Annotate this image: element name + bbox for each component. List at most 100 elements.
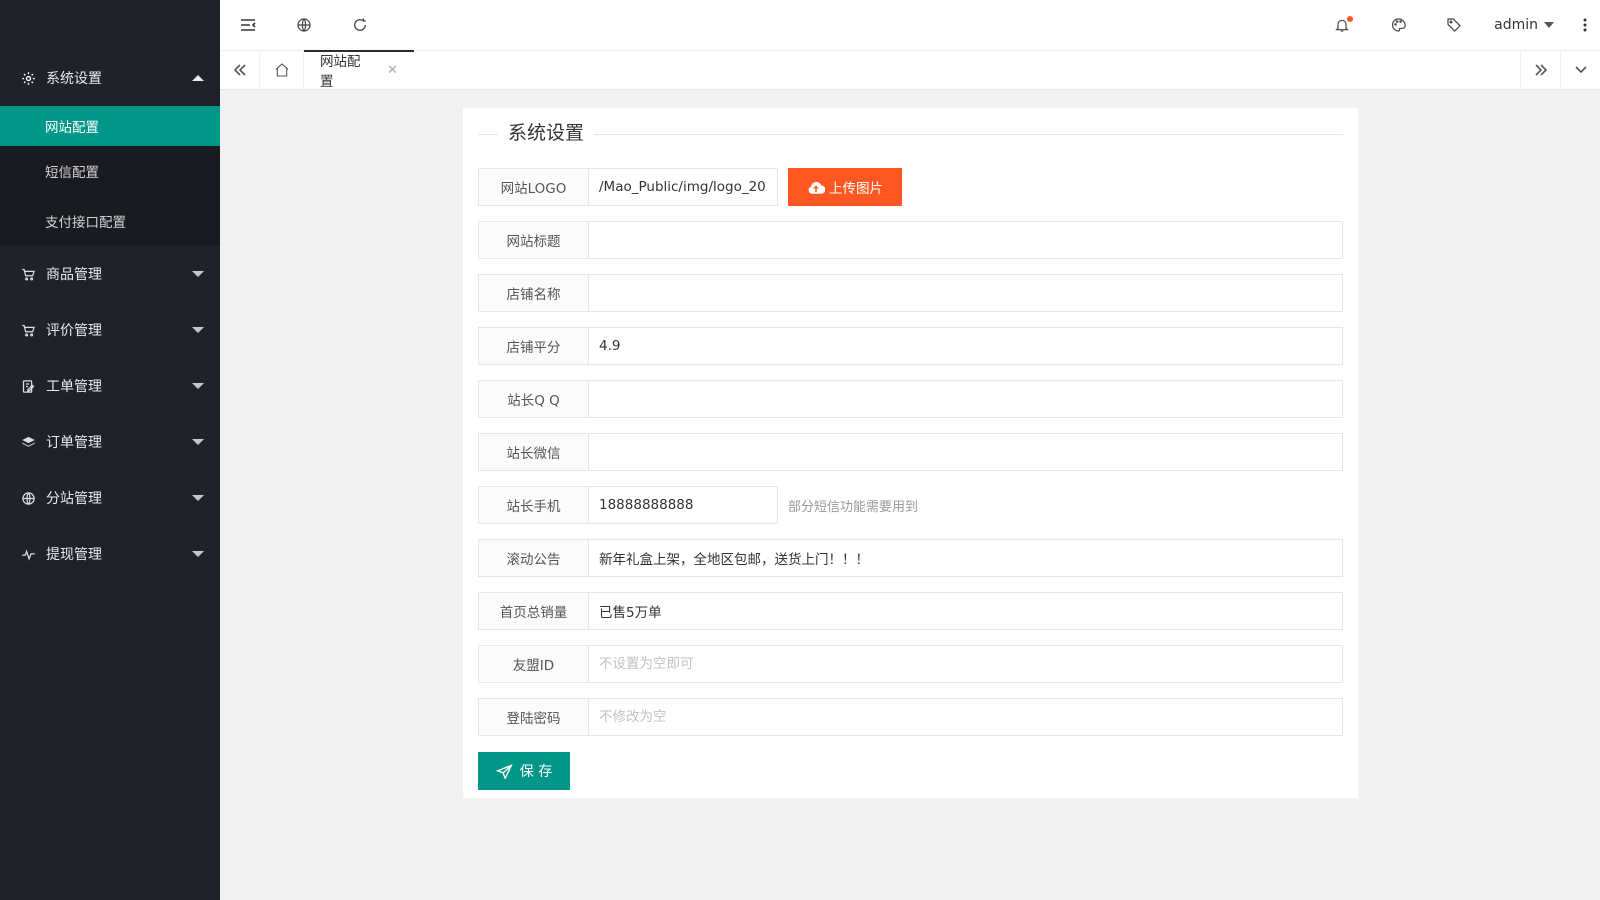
- field-label: 店铺平分: [478, 327, 588, 365]
- admin-qq-input[interactable]: [588, 380, 1343, 418]
- save-button[interactable]: 保 存: [478, 752, 570, 790]
- cloud-upload-icon: [808, 181, 825, 194]
- field-label: 网站LOGO: [478, 168, 588, 206]
- chevron-down-icon: [1544, 22, 1554, 28]
- field-label: 登陆密码: [478, 698, 588, 736]
- sidebar-item-withdrawals[interactable]: 提现管理: [0, 526, 220, 582]
- phone-hint-text: 部分短信功能需要用到: [788, 499, 919, 515]
- sidebar-item-label: 分站管理: [46, 491, 102, 507]
- logo-path-input[interactable]: [588, 168, 778, 206]
- admin-wechat-input[interactable]: [588, 433, 1343, 471]
- total-sales-input[interactable]: [588, 592, 1343, 630]
- sidebar-submenu-system-settings: 网站配置 短信配置 支付接口配置: [0, 106, 220, 246]
- close-icon[interactable]: ✕: [387, 63, 398, 78]
- caret-down-icon: [192, 551, 204, 557]
- sidebar-item-label: 系统设置: [46, 71, 102, 87]
- send-icon: [495, 763, 513, 779]
- globe-icon: [20, 490, 36, 506]
- upload-image-button[interactable]: 上传图片: [788, 168, 902, 206]
- field-label: 站长手机: [478, 486, 588, 524]
- pulse-icon: [20, 546, 36, 562]
- field-label: 站长微信: [478, 433, 588, 471]
- sidebar-item-system-settings[interactable]: 系统设置: [0, 50, 220, 106]
- field-label: 滚动公告: [478, 539, 588, 577]
- form-row-umeng-id: 友盟ID: [478, 645, 1343, 683]
- field-label: 友盟ID: [478, 645, 588, 683]
- field-label: 站长Q Q: [478, 380, 588, 418]
- sidebar-item-tickets[interactable]: 工单管理: [0, 358, 220, 414]
- sidebar: 系统设置 网站配置 短信配置 支付接口配置 商品管理 评价管理 工单管理 订单管…: [0, 0, 220, 900]
- sidebar-item-orders[interactable]: 订单管理: [0, 414, 220, 470]
- tag-icon[interactable]: [1426, 0, 1482, 50]
- form-row-admin-phone: 站长手机 部分短信功能需要用到: [478, 486, 918, 524]
- layers-icon: [20, 434, 36, 450]
- globe-icon[interactable]: [276, 0, 332, 50]
- save-button-label: 保 存: [519, 764, 553, 780]
- more-vertical-icon[interactable]: [1570, 0, 1600, 50]
- sidebar-item-substations[interactable]: 分站管理: [0, 470, 220, 526]
- tab-label: 网站配置: [320, 54, 361, 90]
- sidebar-item-products[interactable]: 商品管理: [0, 246, 220, 302]
- sidebar-item-label: 工单管理: [46, 379, 102, 395]
- field-label: 网站标题: [478, 221, 588, 259]
- bell-icon[interactable]: [1314, 0, 1370, 50]
- notification-dot: [1347, 16, 1354, 22]
- settings-card: 系统设置 网站LOGO 上传图片 网站标题 店铺名称 店铺平分 站长Q Q 站长…: [463, 108, 1358, 798]
- ticket-edit-icon: [20, 378, 36, 394]
- tab-site-config[interactable]: 网站配置 ✕: [304, 50, 414, 90]
- caret-down-icon: [192, 271, 204, 277]
- shop-name-input[interactable]: [588, 274, 1343, 312]
- sidebar-item-label: 订单管理: [46, 435, 102, 451]
- form-row-logo: 网站LOGO 上传图片: [478, 168, 902, 206]
- form-row-admin-qq: 站长Q Q: [478, 380, 1343, 418]
- caret-down-icon: [192, 439, 204, 445]
- caret-down-icon: [192, 327, 204, 333]
- gear-icon: [20, 70, 36, 86]
- sidebar-subitem-site-config[interactable]: 网站配置: [0, 106, 220, 146]
- sidebar-item-label: 评价管理: [46, 323, 102, 339]
- announcement-input[interactable]: [588, 539, 1343, 577]
- tabs-scroll-left-icon[interactable]: [220, 51, 260, 89]
- form-row-shop-rating: 店铺平分: [478, 327, 1343, 365]
- upload-button-label: 上传图片: [829, 181, 883, 197]
- sidebar-item-reviews[interactable]: 评价管理: [0, 302, 220, 358]
- form-row-site-title: 网站标题: [478, 221, 1343, 259]
- user-name: admin: [1494, 17, 1538, 33]
- tab-bar: 网站配置 ✕: [220, 50, 1600, 90]
- refresh-icon[interactable]: [332, 0, 388, 50]
- field-label: 首页总销量: [478, 592, 588, 630]
- site-title-input[interactable]: [588, 221, 1343, 259]
- tabs-dropdown-icon[interactable]: [1560, 51, 1600, 89]
- caret-down-icon: [192, 495, 204, 501]
- theme-palette-icon[interactable]: [1370, 0, 1426, 50]
- field-label: 店铺名称: [478, 274, 588, 312]
- tab-bar-right: [1520, 51, 1600, 89]
- top-header: admin: [220, 0, 1600, 50]
- form-row-total-sales: 首页总销量: [478, 592, 1343, 630]
- sidebar-subitem-payment-config[interactable]: 支付接口配置: [0, 196, 220, 246]
- caret-up-icon: [192, 75, 204, 81]
- form-row-login-password: 登陆密码: [478, 698, 1343, 736]
- user-menu[interactable]: admin: [1482, 0, 1570, 50]
- form-row-announcement: 滚动公告: [478, 539, 1343, 577]
- header-right: admin: [1314, 0, 1600, 50]
- tabs-scroll-right-icon[interactable]: [1520, 51, 1560, 89]
- caret-down-icon: [192, 383, 204, 389]
- home-icon[interactable]: [260, 51, 304, 89]
- sidebar-subitem-sms-config[interactable]: 短信配置: [0, 146, 220, 196]
- shop-rating-input[interactable]: [588, 327, 1343, 365]
- sidebar-logo-area: [0, 0, 220, 50]
- fieldset-line: [478, 134, 1343, 135]
- login-password-input[interactable]: [588, 698, 1343, 736]
- sidebar-item-label: 提现管理: [46, 547, 102, 563]
- umeng-id-input[interactable]: [588, 645, 1343, 683]
- form-row-shop-name: 店铺名称: [478, 274, 1343, 312]
- admin-phone-input[interactable]: [588, 486, 778, 524]
- cart-icon: [20, 266, 36, 282]
- fieldset-title: 系统设置: [478, 118, 1343, 148]
- cart-icon: [20, 322, 36, 338]
- page-title: 系统设置: [498, 118, 595, 145]
- sidebar-item-label: 商品管理: [46, 267, 102, 283]
- form-row-admin-wechat: 站长微信: [478, 433, 1343, 471]
- menu-toggle-icon[interactable]: [220, 0, 276, 50]
